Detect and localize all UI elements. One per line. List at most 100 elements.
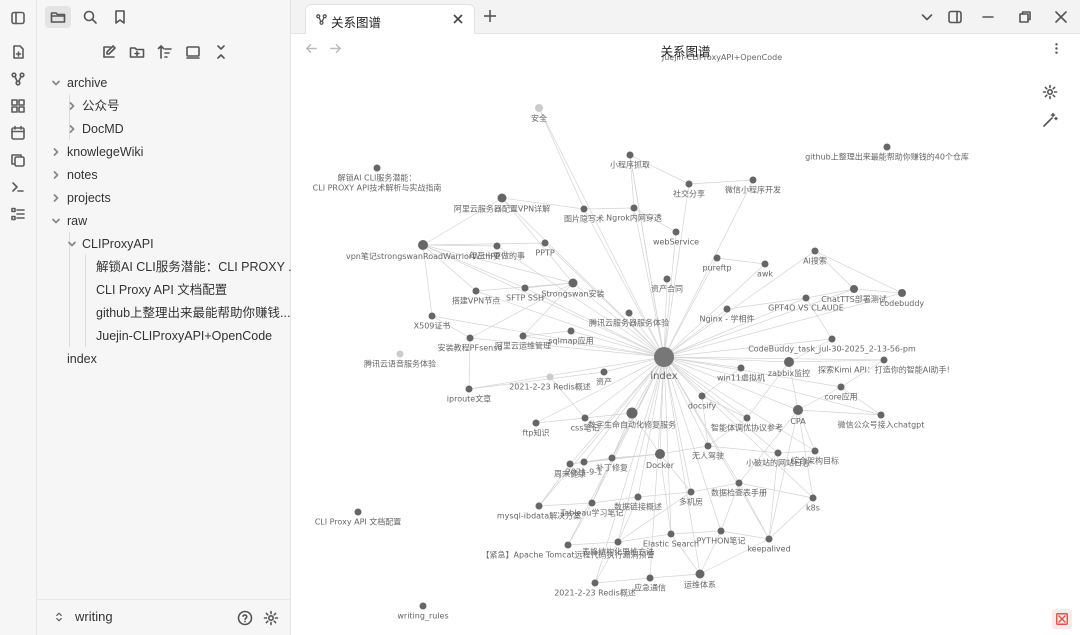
graph-node[interactable] [600, 368, 608, 376]
list-icon[interactable] [8, 204, 28, 224]
graph-view-icon[interactable] [8, 69, 28, 89]
vault-switcher[interactable]: writing [53, 609, 113, 624]
graph-node[interactable] [568, 278, 578, 288]
close-window-icon[interactable] [1053, 9, 1069, 25]
graph-node[interactable] [465, 385, 473, 393]
sort-button[interactable] [155, 42, 175, 62]
more-options-icon[interactable] [1050, 42, 1064, 56]
graph-node[interactable] [667, 530, 675, 538]
tab-graph[interactable]: 关系图谱 [305, 4, 475, 34]
graph-node[interactable] [541, 239, 549, 247]
graph-node[interactable] [646, 574, 654, 582]
graph-node[interactable] [723, 305, 731, 313]
canvas-icon[interactable] [8, 96, 28, 116]
graph-node[interactable] [532, 419, 540, 427]
terminal-icon[interactable] [8, 177, 28, 197]
graph-node[interactable] [626, 151, 634, 159]
graph-node[interactable] [698, 392, 706, 400]
graph-node[interactable] [713, 254, 721, 262]
new-note-button[interactable] [99, 42, 119, 62]
settings-gear-icon[interactable] [263, 610, 279, 626]
graph-node[interactable] [580, 458, 588, 466]
right-sidebar-toggle-icon[interactable] [947, 9, 963, 25]
graph-node[interactable] [695, 569, 705, 579]
graph-node[interactable] [580, 205, 588, 213]
graph-node[interactable] [717, 527, 725, 535]
graph-node[interactable] [737, 364, 745, 372]
chevron-down-icon[interactable] [919, 9, 935, 25]
graph-node[interactable] [898, 289, 906, 297]
restore-icon[interactable] [1017, 9, 1033, 25]
graph-settings-icon[interactable] [1042, 84, 1060, 102]
graph-node[interactable] [765, 535, 773, 543]
auto-reveal-button[interactable] [183, 42, 203, 62]
graph-node[interactable] [877, 411, 885, 419]
graph-node[interactable] [472, 287, 480, 295]
tree-file[interactable]: Juejin-CLIProxyAPI+OpenCode [96, 325, 272, 347]
graph-node[interactable] [654, 347, 674, 367]
collapse-all-button[interactable] [211, 42, 231, 62]
animate-wand-icon[interactable] [1042, 112, 1060, 130]
tree-file[interactable]: github上整理出来最能帮助你赚钱... [96, 302, 290, 324]
graph-node[interactable] [625, 309, 633, 317]
graph-node[interactable] [880, 356, 888, 364]
graph-node[interactable] [535, 104, 543, 112]
graph-node[interactable] [567, 327, 575, 335]
graph-node[interactable] [749, 176, 757, 184]
new-note-icon[interactable] [8, 42, 28, 62]
graph-node[interactable] [614, 538, 622, 546]
tree-file[interactable]: 解锁AI CLI服务潜能：CLI PROXY ... [96, 256, 299, 278]
graph-node[interactable] [497, 193, 507, 203]
graph-node[interactable] [626, 407, 638, 419]
graph-node[interactable] [354, 508, 362, 516]
graph-node[interactable] [655, 449, 665, 459]
graph-node[interactable] [564, 541, 572, 549]
graph-node[interactable] [396, 350, 404, 358]
graph-node[interactable] [428, 312, 436, 320]
graph-node[interactable] [743, 414, 751, 422]
calendar-icon[interactable] [8, 123, 28, 143]
graph-node[interactable] [608, 454, 616, 462]
copy-icon[interactable] [8, 150, 28, 170]
graph-node[interactable] [663, 275, 671, 283]
graph-node[interactable] [588, 499, 596, 507]
graph-node[interactable] [373, 164, 381, 172]
graph-node[interactable] [784, 357, 794, 367]
graph-node[interactable] [793, 405, 803, 415]
graph-node[interactable] [685, 180, 693, 188]
graph-canvas[interactable]: indexJuejin-CLIProxyAPI+OpenCode安全小程序抓取g… [291, 0, 1080, 635]
graph-node[interactable] [419, 602, 427, 610]
minimize-icon[interactable] [980, 9, 996, 25]
help-icon[interactable] [237, 610, 253, 626]
graph-node[interactable] [883, 143, 891, 151]
bookmark-icon[interactable] [107, 6, 133, 28]
graph-node[interactable] [687, 488, 695, 496]
new-folder-button[interactable] [127, 42, 147, 62]
graph-node[interactable] [672, 228, 680, 236]
graph-node[interactable] [837, 383, 845, 391]
graph-node[interactable] [774, 449, 782, 457]
graph-node[interactable] [418, 240, 428, 250]
close-graph-icon[interactable] [1052, 609, 1072, 629]
graph-node[interactable] [704, 442, 712, 450]
graph-node[interactable] [761, 260, 769, 268]
graph-node[interactable] [591, 579, 599, 587]
tree-file-index[interactable]: index [67, 348, 97, 370]
new-tab-icon[interactable] [483, 9, 499, 25]
tree-file[interactable]: CLI Proxy API 文档配置 [96, 279, 227, 301]
graph-node[interactable] [466, 334, 474, 342]
graph-node[interactable] [735, 479, 743, 487]
graph-node[interactable] [828, 335, 836, 343]
graph-node[interactable] [802, 294, 810, 302]
graph-node[interactable] [566, 460, 574, 468]
search-icon[interactable] [77, 6, 103, 28]
graph-node[interactable] [535, 502, 543, 510]
sidebar-toggle-icon[interactable] [8, 8, 28, 28]
files-tab-icon[interactable] [45, 6, 71, 28]
graph-node[interactable] [811, 247, 819, 255]
graph-node[interactable] [850, 285, 858, 293]
graph-node[interactable] [493, 242, 501, 250]
graph-node[interactable] [630, 204, 638, 212]
graph-node[interactable] [521, 284, 529, 292]
graph-node[interactable] [546, 373, 554, 381]
